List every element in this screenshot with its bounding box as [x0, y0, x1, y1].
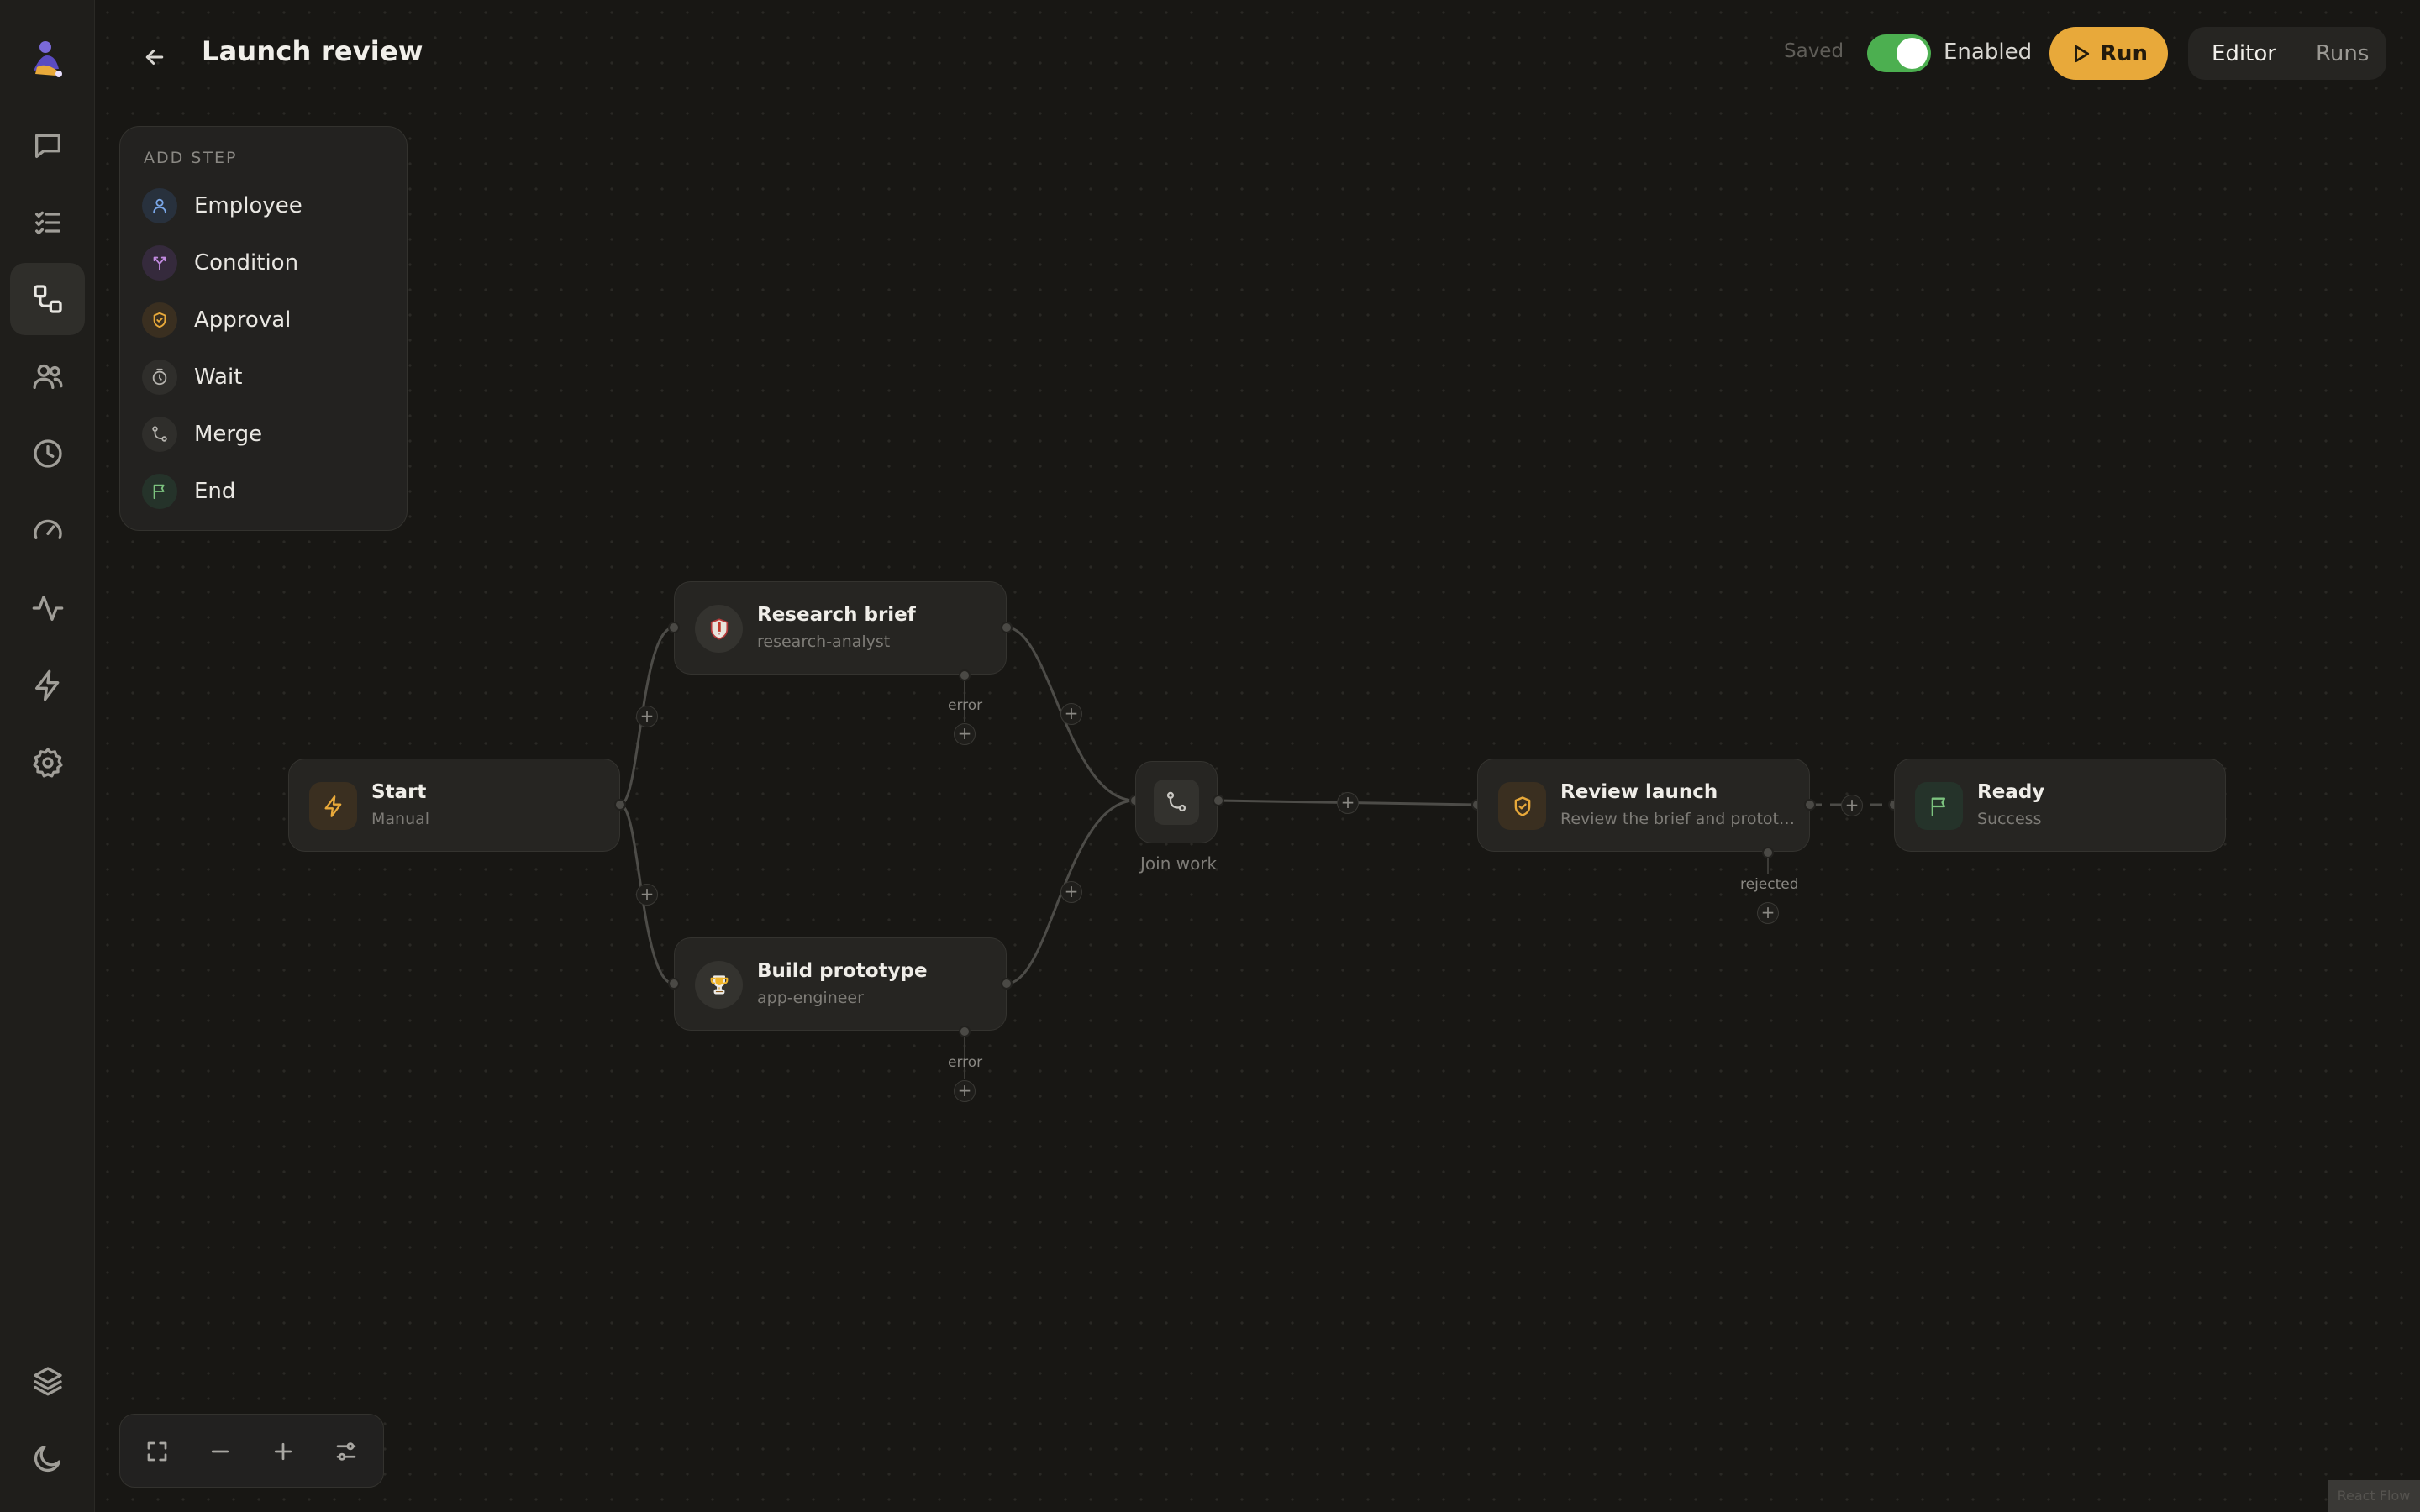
node-review-launch[interactable]: Review launch Review the brief and proto… [1477, 759, 1810, 852]
node-subtitle: Review the brief and prototyp... [1560, 810, 1797, 828]
edge-label-error: error [948, 1054, 983, 1071]
node-title: Start [371, 781, 427, 803]
fit-view-icon[interactable] [137, 1431, 177, 1472]
step-label: Approval [194, 307, 292, 333]
add-step-approval[interactable]: Approval [142, 297, 386, 344]
flag-icon [142, 474, 177, 509]
add-step-plus[interactable]: + [1841, 795, 1863, 816]
layout-settings-icon[interactable] [326, 1431, 366, 1472]
handle-build-out[interactable] [1001, 978, 1013, 990]
add-step-plus[interactable]: + [1757, 902, 1779, 924]
flag-icon [1915, 782, 1963, 830]
node-subtitle: app-engineer [757, 989, 864, 1007]
add-step-plus[interactable]: + [954, 723, 976, 745]
enabled-toggle[interactable] [1867, 34, 1931, 72]
merge-label: Join work [1140, 853, 1218, 874]
trophy-icon [695, 961, 743, 1009]
step-label: Condition [194, 250, 299, 276]
merge-icon [1154, 780, 1199, 825]
run-button[interactable]: Run [2049, 27, 2168, 80]
shield-icon [142, 302, 177, 338]
step-label: Wait [194, 365, 243, 390]
edge-label-error: error [948, 697, 983, 714]
add-step-condition[interactable]: Condition [142, 239, 386, 286]
add-step-plus[interactable]: + [636, 884, 658, 906]
tab-editor[interactable]: Editor [2212, 27, 2276, 80]
handle-research-out[interactable] [1001, 622, 1013, 633]
step-label: Merge [194, 422, 263, 447]
node-ready[interactable]: Ready Success [1894, 759, 2226, 852]
node-build-prototype[interactable]: Build prototype app-engineer [674, 937, 1007, 1031]
handle-build-error[interactable] [959, 1026, 971, 1037]
view-switcher: Editor Runs [2188, 27, 2386, 80]
add-step-plus[interactable]: + [1337, 792, 1359, 814]
page-title: Launch review [202, 35, 424, 67]
step-label: End [194, 479, 236, 504]
handle-review-rejected[interactable] [1762, 847, 1774, 858]
play-icon [2075, 45, 2090, 62]
node-start[interactable]: Start Manual [288, 759, 620, 852]
run-label: Run [2099, 40, 2149, 66]
handle-start-out[interactable] [614, 799, 626, 811]
node-title: Ready [1977, 781, 2045, 803]
shield-icon [1498, 782, 1546, 830]
add-step-end[interactable]: End [142, 468, 386, 515]
enabled-label: Enabled [1944, 39, 2033, 65]
zoom-in-icon[interactable] [263, 1431, 303, 1472]
node-subtitle: Manual [371, 810, 430, 828]
node-title: Build prototype [757, 960, 928, 982]
app-engineer-avatar [695, 961, 743, 1009]
edge-label-rejected: rejected [1740, 876, 1799, 893]
tab-runs[interactable]: Runs [2316, 27, 2369, 80]
add-step-plus[interactable]: + [636, 706, 658, 727]
add-step-panel: ADD STEP Employee Condition Approval Wai… [119, 126, 408, 531]
panel-title: ADD STEP [144, 149, 238, 167]
timer-icon [142, 360, 177, 395]
add-step-wait[interactable]: Wait [142, 354, 386, 401]
handle-build-in[interactable] [668, 978, 680, 990]
node-subtitle: Success [1977, 810, 2042, 828]
merge-icon [142, 417, 177, 452]
node-title: Research brief [757, 604, 916, 626]
add-step-plus[interactable]: + [1060, 881, 1082, 903]
handle-research-in[interactable] [668, 622, 680, 633]
add-step-plus[interactable]: + [954, 1080, 976, 1102]
lightning-icon [309, 782, 357, 830]
zoom-out-icon[interactable] [200, 1431, 240, 1472]
add-step-merge[interactable]: Merge [142, 411, 386, 458]
node-join-work[interactable] [1135, 761, 1218, 843]
add-step-employee[interactable]: Employee [142, 182, 386, 229]
branch-icon [142, 245, 177, 281]
back-arrow-icon[interactable] [134, 37, 175, 77]
node-subtitle: research-analyst [757, 633, 891, 651]
node-title: Review launch [1560, 781, 1718, 803]
attribution-link[interactable]: React Flow [2328, 1480, 2420, 1512]
shield-badge-icon [695, 605, 743, 653]
step-label: Employee [194, 193, 302, 218]
toggle-knob [1897, 38, 1928, 69]
person-icon [142, 188, 177, 223]
add-step-plus[interactable]: + [1060, 703, 1082, 725]
node-research-brief[interactable]: Research brief research-analyst [674, 581, 1007, 675]
saved-status: Saved [1784, 40, 1844, 62]
research-analyst-avatar [695, 605, 743, 653]
handle-review-out[interactable] [1804, 799, 1816, 811]
handle-merge-out[interactable] [1213, 795, 1224, 806]
canvas-controls [119, 1414, 384, 1488]
handle-research-error[interactable] [959, 669, 971, 681]
